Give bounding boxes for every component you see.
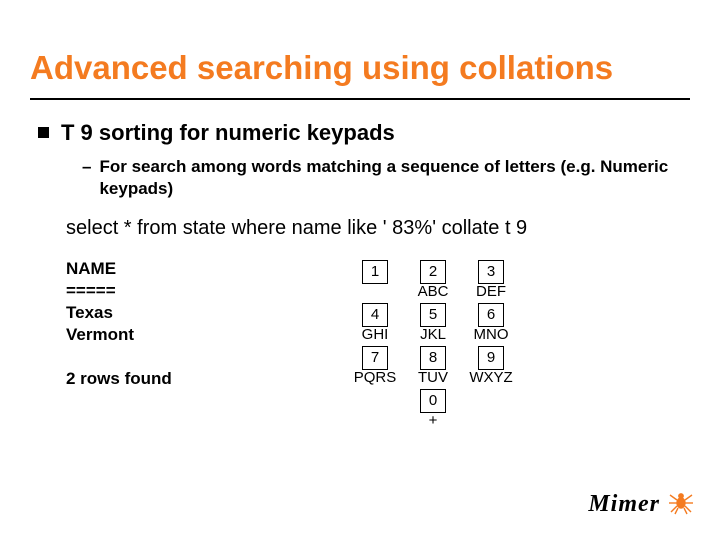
key-0-letters: + bbox=[404, 413, 462, 430]
key-6-letters: MNO bbox=[462, 327, 520, 344]
page-title: Advanced searching using collations bbox=[30, 50, 690, 86]
slide: Advanced searching using collations T 9 … bbox=[0, 0, 720, 540]
key-1: 1 bbox=[346, 260, 404, 301]
key-4-letters: GHI bbox=[346, 327, 404, 344]
square-bullet-icon bbox=[38, 127, 49, 138]
logo-text: Mimer bbox=[588, 491, 660, 518]
keypad-row-3: 7 PQRS 8 TUV 9 WXYZ bbox=[346, 346, 520, 387]
key-3: 3 DEF bbox=[462, 260, 520, 301]
dash-bullet-icon: – bbox=[82, 156, 91, 177]
result-row-2: Vermont bbox=[66, 324, 346, 346]
key-8-letters: TUV bbox=[404, 370, 462, 387]
key-4: 4 GHI bbox=[346, 303, 404, 344]
sql-statement: select * from state where name like ' 83… bbox=[66, 217, 690, 240]
key-9: 9 WXYZ bbox=[462, 346, 520, 387]
spider-icon bbox=[666, 489, 696, 520]
result-footer: 2 rows found bbox=[66, 368, 346, 390]
key-7-digit: 7 bbox=[362, 346, 388, 370]
key-1-digit: 1 bbox=[362, 260, 388, 284]
key-3-letters: DEF bbox=[462, 284, 520, 301]
key-2-letters: ABC bbox=[404, 284, 462, 301]
query-result: NAME ===== Texas Vermont 2 rows found bbox=[66, 258, 346, 390]
key-3-digit: 3 bbox=[478, 260, 504, 284]
key-7-letters: PQRS bbox=[346, 370, 404, 387]
result-divider: ===== bbox=[66, 280, 346, 302]
key-9-letters: WXYZ bbox=[462, 370, 520, 387]
bullet-2-text: For search among words matching a sequen… bbox=[99, 156, 690, 199]
key-2: 2 ABC bbox=[404, 260, 462, 301]
result-header: NAME bbox=[66, 258, 346, 280]
key-6: 6 MNO bbox=[462, 303, 520, 344]
key-8: 8 TUV bbox=[404, 346, 462, 387]
mimer-logo: Mimer bbox=[588, 489, 696, 520]
bullet-level-2: – For search among words matching a sequ… bbox=[82, 156, 690, 199]
bullet-level-1: T 9 sorting for numeric keypads bbox=[38, 120, 690, 146]
keypad-row-4: 0 + bbox=[346, 389, 520, 430]
key-0: 0 + bbox=[404, 389, 462, 430]
key-5-letters: JKL bbox=[404, 327, 462, 344]
result-area: NAME ===== Texas Vermont 2 rows found 1 … bbox=[66, 258, 690, 432]
keypad-row-2: 4 GHI 5 JKL 6 MNO bbox=[346, 303, 520, 344]
key-2-digit: 2 bbox=[420, 260, 446, 284]
numeric-keypad: 1 2 ABC 3 DEF 4 GHI 5 J bbox=[346, 260, 520, 432]
result-row-1: Texas bbox=[66, 302, 346, 324]
key-7: 7 PQRS bbox=[346, 346, 404, 387]
key-8-digit: 8 bbox=[420, 346, 446, 370]
key-5-digit: 5 bbox=[420, 303, 446, 327]
key-4-digit: 4 bbox=[362, 303, 388, 327]
key-5: 5 JKL bbox=[404, 303, 462, 344]
key-6-digit: 6 bbox=[478, 303, 504, 327]
bullet-1-text: T 9 sorting for numeric keypads bbox=[61, 120, 395, 146]
title-divider bbox=[30, 98, 690, 100]
key-1-letters bbox=[346, 284, 404, 301]
keypad-row-1: 1 2 ABC 3 DEF bbox=[346, 260, 520, 301]
key-0-digit: 0 bbox=[420, 389, 446, 413]
key-9-digit: 9 bbox=[478, 346, 504, 370]
